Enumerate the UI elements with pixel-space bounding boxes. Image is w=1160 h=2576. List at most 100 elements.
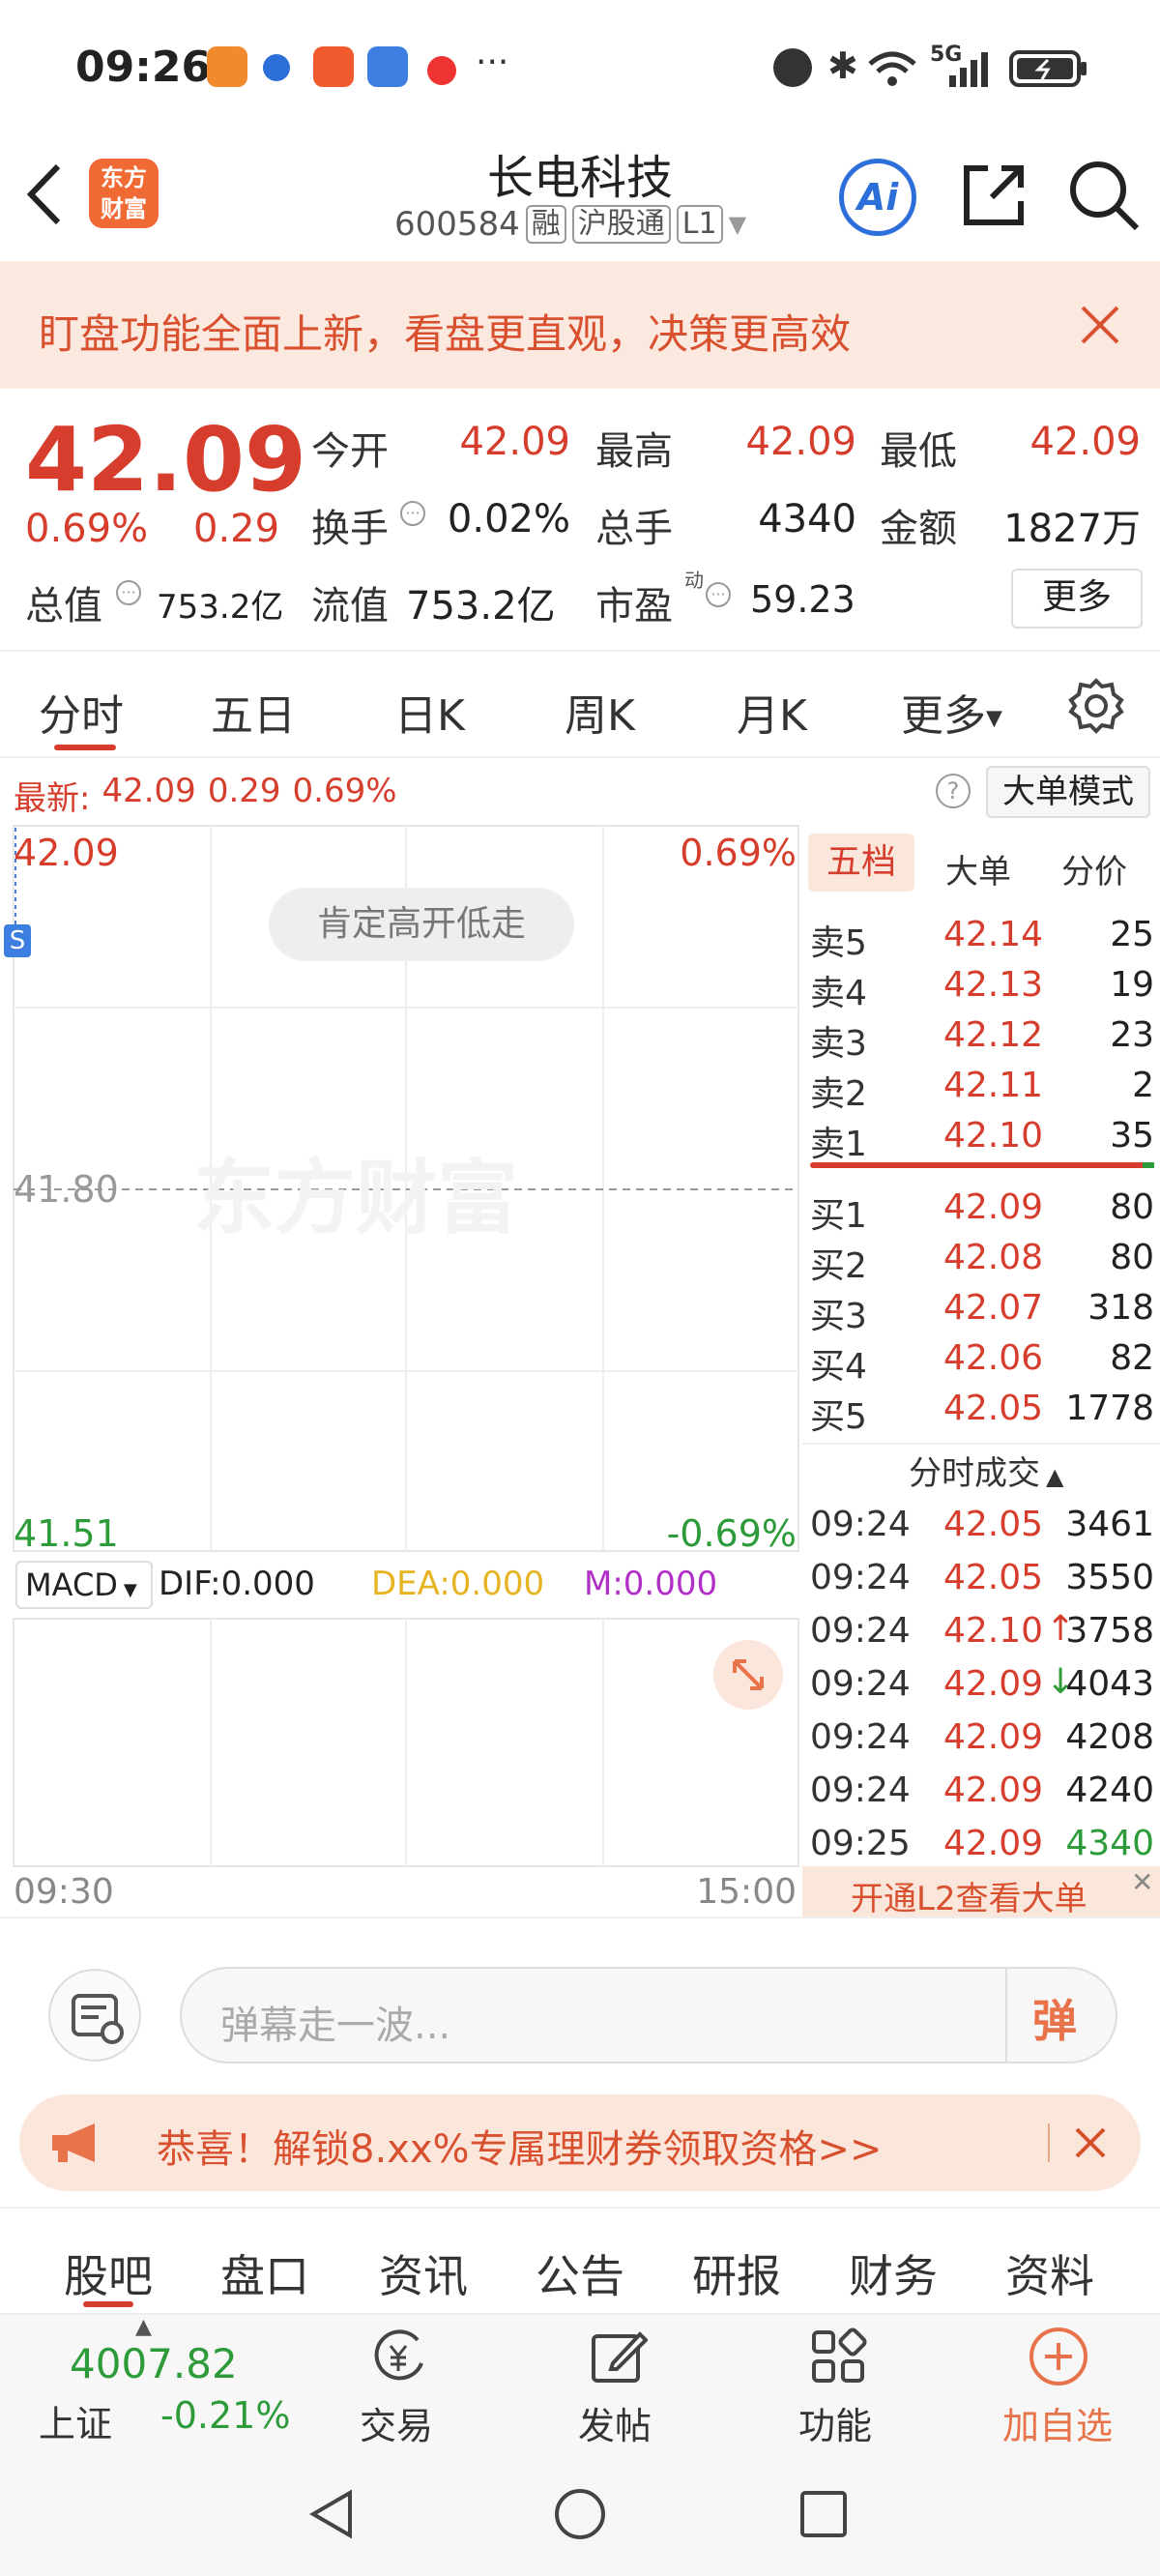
tick-volume: 3461 bbox=[1065, 1505, 1154, 1544]
tick-price: 42.09 bbox=[943, 1717, 1044, 1757]
ask-row[interactable]: 卖4 42.13 19 bbox=[802, 961, 1160, 1013]
status-time: 09:26 bbox=[75, 43, 212, 92]
divider bbox=[802, 1443, 1160, 1445]
ask-row[interactable]: 卖1 42.10 35 bbox=[802, 1112, 1160, 1164]
watermark: 东方财富 bbox=[193, 1151, 519, 1245]
book-tab-price-dist[interactable]: 分价 bbox=[1061, 845, 1127, 893]
more-quote-button[interactable]: 更多 bbox=[1011, 569, 1143, 629]
tick-price: 42.09 bbox=[943, 1824, 1044, 1863]
tab-profile[interactable]: 资料 bbox=[1005, 2241, 1094, 2305]
tick-price: 42.05 bbox=[943, 1505, 1044, 1544]
indicator-select[interactable]: MACD ▼ bbox=[15, 1561, 153, 1609]
stock-code-row[interactable]: 600584 融 沪股通 L1 ▼ bbox=[394, 205, 746, 244]
tab-news[interactable]: 资讯 bbox=[379, 2241, 468, 2305]
book-tab-five-level[interactable]: 五档 bbox=[808, 834, 914, 892]
ask-row[interactable]: 卖2 42.11 2 bbox=[802, 1062, 1160, 1114]
tab-monthly-k[interactable]: 月K bbox=[737, 681, 807, 743]
caret-down-icon: ▼ bbox=[123, 1580, 137, 1600]
ticks-title[interactable]: 分时成交 ▲ bbox=[909, 1447, 1063, 1494]
latest-label: 最新: bbox=[14, 779, 91, 818]
search-icon[interactable] bbox=[1067, 159, 1141, 232]
tab-more[interactable]: 更多▼ bbox=[901, 681, 1002, 743]
bluetooth-icon: ✱ bbox=[827, 44, 858, 87]
nav-home-icon[interactable] bbox=[553, 2487, 607, 2541]
bid-row[interactable]: 买1 42.09 80 bbox=[802, 1184, 1160, 1236]
tab-forum[interactable]: 股吧 bbox=[64, 2241, 153, 2305]
amount-label: 金额 bbox=[880, 507, 957, 551]
features-button[interactable]: 功能 bbox=[739, 2315, 932, 2450]
promo-text: 恭喜！解锁8.xx%专属理财券领取资格>> bbox=[157, 2127, 883, 2172]
tick-row: 09:24 42.09 ↓ 4043 bbox=[802, 1660, 1160, 1711]
high-label: 最高 bbox=[595, 429, 673, 474]
tick-time: 09:24 bbox=[810, 1505, 911, 1544]
bid-row[interactable]: 买5 42.05 1778 bbox=[802, 1385, 1160, 1437]
danmu-send-button[interactable]: 弹 bbox=[1032, 1986, 1077, 2050]
tab-announcements[interactable]: 公告 bbox=[536, 2241, 624, 2305]
bid-row[interactable]: 买2 42.08 80 bbox=[802, 1234, 1160, 1286]
bid-row[interactable]: 买3 42.07 318 bbox=[802, 1284, 1160, 1336]
info-icon[interactable]: ··· bbox=[400, 501, 425, 526]
info-icon[interactable]: ··· bbox=[116, 580, 141, 605]
tab-research[interactable]: 研报 bbox=[692, 2241, 781, 2305]
l2-banner[interactable]: 开通L2查看大单 ✕ bbox=[802, 1866, 1160, 1918]
tab-five-day[interactable]: 五日 bbox=[211, 681, 296, 743]
time-end: 15:00 bbox=[696, 1872, 797, 1912]
tab-order-book[interactable]: 盘口 bbox=[220, 2241, 309, 2305]
promo-banner[interactable]: 恭喜！解锁8.xx%专属理财券领取资格>> bbox=[19, 2094, 1141, 2191]
app-notification-icon bbox=[207, 46, 247, 87]
chart-bottom-pct: -0.69% bbox=[666, 1512, 797, 1555]
index-value: 4007.82 bbox=[70, 2340, 238, 2387]
nav-recents-icon[interactable] bbox=[798, 2489, 849, 2539]
share-icon[interactable] bbox=[959, 161, 1029, 230]
index-pct: -0.21% bbox=[160, 2394, 291, 2437]
macd-dif: DIF:0.000 bbox=[159, 1565, 315, 1603]
expand-icon[interactable] bbox=[713, 1640, 783, 1710]
bid-row[interactable]: 买4 42.06 82 bbox=[802, 1334, 1160, 1387]
close-icon[interactable] bbox=[1073, 2125, 1108, 2160]
level-price: 42.11 bbox=[943, 1066, 1044, 1105]
community-tip-bubble[interactable]: 肯定高开低走 bbox=[269, 888, 574, 961]
intraday-chart[interactable]: 42.09 0.69% S 肯定高开低走 东方财富 41.80 41.51 -0… bbox=[0, 824, 802, 1917]
tick-time: 09:24 bbox=[810, 1558, 911, 1597]
ask-row[interactable]: 卖5 42.14 25 bbox=[802, 911, 1160, 963]
book-tab-big-order[interactable]: 大单 bbox=[945, 845, 1011, 893]
nav-back-icon[interactable] bbox=[305, 2487, 360, 2541]
close-icon[interactable] bbox=[1079, 304, 1121, 346]
grid-icon bbox=[812, 2327, 867, 2383]
tab-weekly-k[interactable]: 周K bbox=[565, 681, 635, 743]
signal-icon bbox=[949, 52, 988, 87]
pe-label: 市盈 bbox=[595, 584, 673, 629]
help-icon[interactable]: ? bbox=[936, 774, 971, 808]
close-icon[interactable]: ✕ bbox=[1131, 1866, 1153, 1898]
tick-volume: 4340 bbox=[1065, 1824, 1154, 1863]
info-icon[interactable]: ··· bbox=[706, 582, 731, 607]
tick-time: 09:25 bbox=[810, 1824, 911, 1863]
edit-icon bbox=[592, 2331, 648, 2383]
trade-button[interactable]: 交易 bbox=[300, 2315, 493, 2450]
order-book: 五档 大单 分价 卖5 42.14 25 卖4 42.13 19 卖3 42.12 23 卖2 42… bbox=[802, 824, 1160, 1918]
latest-change: 0.29 bbox=[207, 772, 281, 810]
level-price: 42.12 bbox=[943, 1015, 1044, 1055]
megaphone-icon bbox=[52, 2123, 95, 2162]
tab-intraday[interactable]: 分时 bbox=[39, 681, 124, 743]
feature-notice-banner[interactable]: 盯盘功能全面上新，看盘更直观，决策更高效 bbox=[0, 261, 1160, 389]
sell-marker[interactable]: S bbox=[4, 924, 31, 957]
tab-daily-k[interactable]: 日K bbox=[394, 681, 465, 743]
settings-icon[interactable] bbox=[1067, 677, 1125, 735]
index-ticker[interactable]: ▲ 4007.82 上证 -0.21% bbox=[0, 2315, 319, 2450]
danmu-placeholder: 弹幕走一波... bbox=[220, 2004, 451, 2048]
ask-row[interactable]: 卖3 42.12 23 bbox=[802, 1011, 1160, 1064]
tab-financials[interactable]: 财务 bbox=[849, 2241, 938, 2305]
big-order-mode-button[interactable]: 大单模式 bbox=[986, 766, 1150, 818]
ai-assistant-button[interactable]: Ai bbox=[839, 159, 916, 236]
danmu-settings-icon[interactable] bbox=[48, 1969, 141, 2062]
danmu-input[interactable]: 弹幕走一波... 弹 bbox=[180, 1967, 1117, 2064]
add-watchlist-button[interactable]: 加自选 bbox=[961, 2315, 1154, 2450]
level-volume: 82 bbox=[1110, 1338, 1154, 1378]
bottom-action-bar: ▲ 4007.82 上证 -0.21% 交易 发帖 功能 加自选 bbox=[0, 2313, 1160, 2448]
change-value: 0.29 bbox=[193, 507, 280, 551]
connect-tag: 沪股通 bbox=[571, 205, 671, 244]
latest-pct: 0.69% bbox=[292, 772, 397, 810]
tick-row: 09:24 42.09 4208 bbox=[802, 1713, 1160, 1764]
post-button[interactable]: 发帖 bbox=[518, 2315, 711, 2450]
